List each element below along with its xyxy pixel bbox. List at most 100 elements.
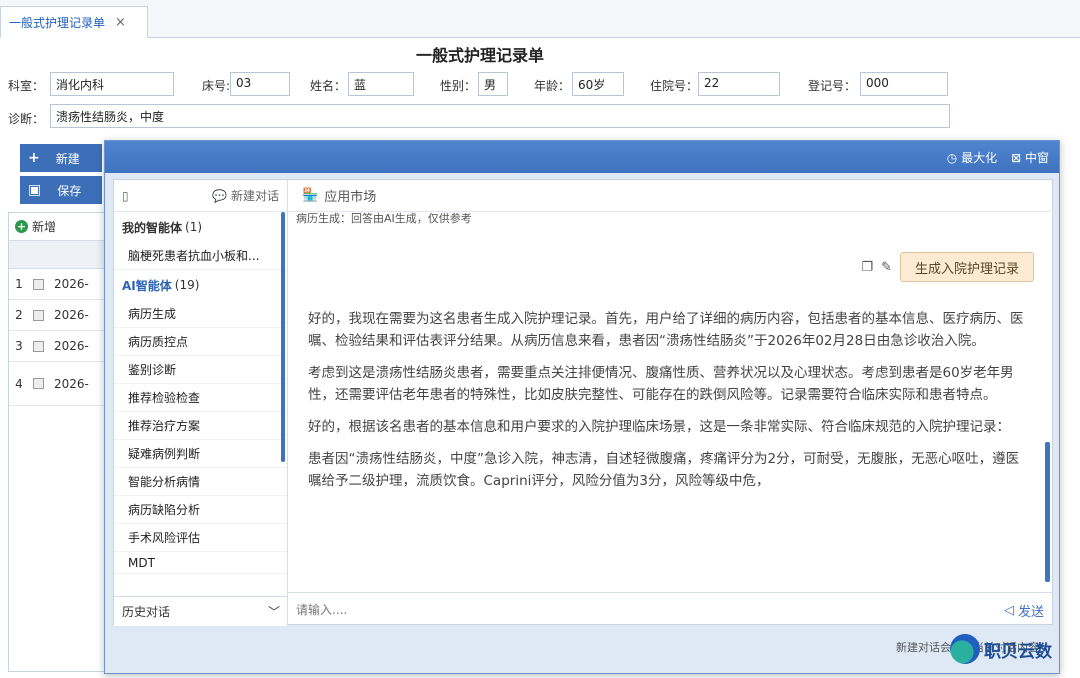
sidebar-item-agent[interactable]: 推荐检验检查 xyxy=(114,384,287,412)
row-number: 2 xyxy=(15,308,23,322)
sidebar-item-agent[interactable]: 鉴别诊断 xyxy=(114,356,287,384)
row-number: 1 xyxy=(15,277,23,291)
reg-field[interactable]: 000 xyxy=(860,72,948,96)
row-number: 3 xyxy=(15,339,23,353)
ai-disclaimer: 病历生成：回答由AI生成，仅供参考 xyxy=(296,212,472,225)
tab-label: 一般式护理记录单 xyxy=(9,15,106,30)
sidebar-item-my-agent[interactable]: 脑梗死患者抗血小板和... xyxy=(114,242,287,270)
sidebar-item-agent[interactable]: 疑难病例判断 xyxy=(114,440,287,468)
response-paragraph: 患者因“溃疡性结肠炎，中度”急诊入院，神志清，自述轻微腹痛，疼痛评分为2分，可耐… xyxy=(308,451,1020,489)
watermark-text: 职贝云数 xyxy=(984,641,1052,662)
reg-label: 登记号： xyxy=(808,79,857,93)
save-button[interactable]: ▣ 保存 xyxy=(20,176,102,204)
sidebar-item-agent[interactable]: 病历缺陷分析 xyxy=(114,496,287,524)
grid-header xyxy=(9,241,107,269)
sidebar-item-agent[interactable]: 病历生成 xyxy=(114,300,287,328)
row-date: 2026- xyxy=(54,277,89,291)
ai-agents-header[interactable]: AI智能体 (19) xyxy=(114,270,287,300)
bed-field[interactable]: 03 xyxy=(230,72,290,96)
watermark-logo: 职贝云数 xyxy=(950,634,1052,664)
tab-nursing-record[interactable]: 一般式护理记录单 × xyxy=(0,6,148,38)
brand-logo-icon xyxy=(950,634,980,664)
add-icon: + xyxy=(15,220,28,233)
age-label: 年龄： xyxy=(534,79,571,93)
chat-scrollbar[interactable] xyxy=(1045,442,1050,582)
row-date: 2026- xyxy=(54,308,89,322)
my-agents-header[interactable]: 我的智能体 (1) xyxy=(114,212,287,242)
history-label: 历史对话 xyxy=(122,605,171,619)
history-dropdown[interactable]: 历史对话 ﹀ xyxy=(114,596,288,626)
form-title: 一般式护理记录单 xyxy=(415,46,544,65)
ai-assistant-dialog: ◷ 最大化 ⊠ 中窗 ▯ 💬 新建对话 我的智能体 (1) 脑梗死患者抗血小板和… xyxy=(104,140,1060,674)
ai-response: 好的，我现在需要为这名患者生成入院护理记录。首先，用户给了详细的病历内容，包括患… xyxy=(308,308,1028,502)
generate-admission-record-button[interactable]: 生成入院护理记录 xyxy=(899,252,1034,282)
name-label: 姓名： xyxy=(310,79,347,93)
add-row-label: 新增 xyxy=(32,220,57,234)
sex-label: 性别： xyxy=(440,79,477,93)
new-chat-button[interactable]: 💬 新建对话 xyxy=(212,187,279,204)
chat-input[interactable]: 请输入.... ◁ 发送 xyxy=(288,592,1054,626)
row-date: 2026- xyxy=(54,339,89,353)
maximize-label: 最大化 xyxy=(961,150,998,165)
medium-window-button[interactable]: ⊠ 中窗 xyxy=(1011,149,1049,166)
plus-icon: + xyxy=(28,150,40,166)
send-button[interactable]: ◁ 发送 xyxy=(1004,597,1044,623)
message-actions: ❐ ✎ 生成入院护理记录 xyxy=(861,252,1034,282)
new-button-label: 新建 xyxy=(55,151,80,166)
record-grid: + 新增 1 2026- 2 2026- 3 2026- 4 2026- xyxy=(8,212,108,672)
sidebar-top: ▯ 💬 新建对话 xyxy=(114,180,287,212)
table-row[interactable]: 4 2026- xyxy=(9,362,107,406)
dept-label: 科室： xyxy=(8,79,45,93)
dialog-body: ▯ 💬 新建对话 我的智能体 (1) 脑梗死患者抗血小板和... AI智能体 (… xyxy=(113,179,1054,626)
save-button-label: 保存 xyxy=(57,183,82,198)
table-row[interactable]: 2 2026- xyxy=(9,300,107,331)
row-checkbox[interactable] xyxy=(33,340,44,352)
maximize-button[interactable]: ◷ 最大化 xyxy=(947,149,997,166)
diag-label: 诊断： xyxy=(8,112,45,126)
table-row[interactable]: 3 2026- xyxy=(9,331,107,362)
sidebar-item-agent[interactable]: 智能分析病情 xyxy=(114,468,287,496)
response-paragraph: 好的，我现在需要为这名患者生成入院护理记录。首先，用户给了详细的病历内容，包括患… xyxy=(308,311,1024,349)
add-row-button[interactable]: + 新增 xyxy=(9,213,107,241)
my-agents-label: 我的智能体 xyxy=(122,220,183,235)
table-row[interactable]: 1 2026- xyxy=(9,269,107,300)
bed-label: 床号: xyxy=(202,79,231,93)
age-field[interactable]: 60岁 xyxy=(572,72,624,96)
sidebar-scrollbar[interactable] xyxy=(281,212,285,462)
name-field[interactable]: 蓝 xyxy=(348,72,414,96)
agent-sidebar: ▯ 💬 新建对话 我的智能体 (1) 脑梗死患者抗血小板和... AI智能体 (… xyxy=(114,180,288,626)
send-icon: ◁ xyxy=(1003,602,1014,618)
app-market-tab[interactable]: 🏪 应用市场 xyxy=(288,180,1054,212)
chevron-down-icon: ﹀ xyxy=(267,605,280,619)
response-paragraph: 考虑到这是溃疡性结肠炎患者，需要重点关注排便情况、腹痛性质、营养状况以及心理状态… xyxy=(308,365,1014,403)
ai-agents-count: (19) xyxy=(174,278,200,292)
row-checkbox[interactable] xyxy=(33,378,44,389)
sidebar-item-agent[interactable]: 推荐治疗方案 xyxy=(114,412,287,440)
dept-field[interactable]: 消化内科 xyxy=(50,72,174,96)
row-number: 4 xyxy=(15,376,23,391)
edit-icon[interactable]: ✎ xyxy=(881,260,892,275)
row-checkbox[interactable] xyxy=(33,309,44,321)
app-market-label: 应用市场 xyxy=(324,190,377,205)
my-agents-count: (1) xyxy=(185,220,203,234)
inpatient-field[interactable]: 22 xyxy=(698,72,780,96)
copy-icon[interactable]: ❐ xyxy=(861,260,873,275)
diag-field[interactable]: 溃疡性结肠炎，中度 xyxy=(50,104,950,128)
medium-window-label: 中窗 xyxy=(1024,150,1049,165)
store-icon: 🏪 xyxy=(302,188,319,203)
sidebar-item-agent[interactable]: 手术风险评估 xyxy=(114,524,287,552)
chat-input-placeholder: 请输入.... xyxy=(296,603,348,617)
sidebar-item-agent[interactable]: MDT xyxy=(114,552,287,574)
save-icon: ▣ xyxy=(28,182,42,198)
new-button[interactable]: + 新建 xyxy=(20,144,102,172)
close-icon[interactable]: × xyxy=(115,15,126,30)
send-label: 发送 xyxy=(1017,604,1044,620)
tab-bar: 一般式护理记录单 × xyxy=(0,0,1080,38)
inpatient-label: 住院号： xyxy=(650,79,699,93)
row-checkbox[interactable] xyxy=(33,278,44,290)
sidebar-item-agent[interactable]: 病历质控点 xyxy=(114,328,287,356)
sidebar-toggle-icon[interactable]: ▯ xyxy=(122,189,129,203)
ai-agents-label: AI智能体 xyxy=(122,278,172,293)
chat-main: 🏪 应用市场 病历生成：回答由AI生成，仅供参考 ❐ ✎ 生成入院护理记录 好的… xyxy=(288,180,1054,626)
sex-field[interactable]: 男 xyxy=(478,72,508,96)
